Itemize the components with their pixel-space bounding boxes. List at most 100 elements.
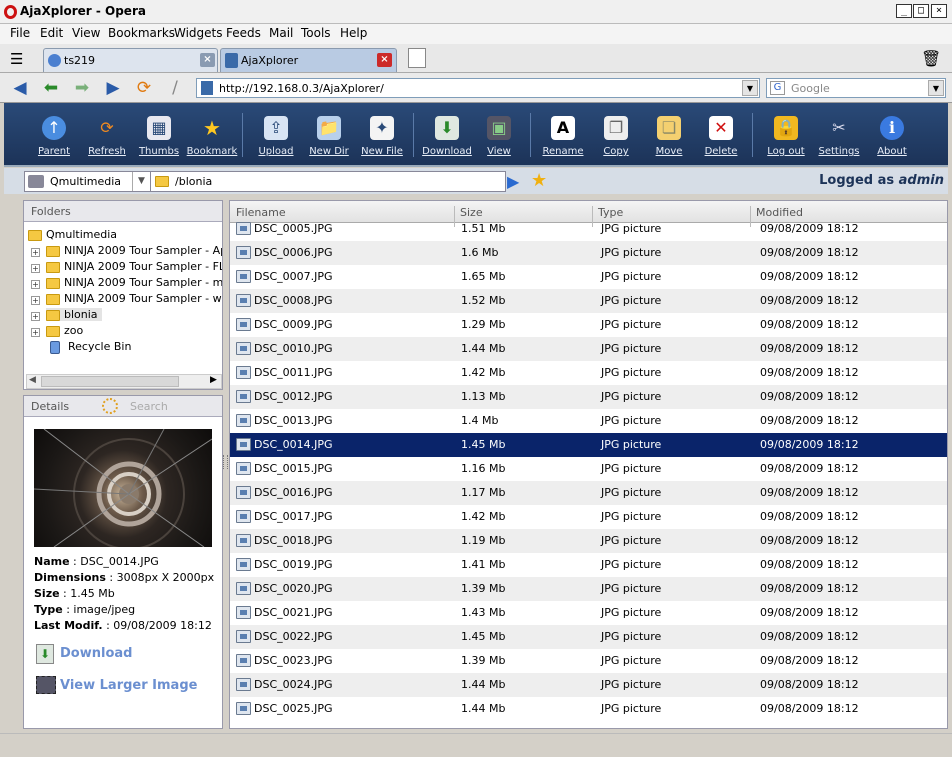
thumbs-button[interactable]: ▦ Thumbs <box>133 111 185 163</box>
menu-edit[interactable]: Edit <box>40 26 63 40</box>
table-row[interactable]: DSC_0015.JPG 1.16 Mb JPG picture 09/08/2009… <box>230 457 947 481</box>
table-row[interactable]: DSC_0007.JPG 1.65 Mb JPG picture 09/08/2009… <box>230 265 947 289</box>
edit-site-prefs-icon[interactable]: / <box>165 78 185 98</box>
table-row[interactable]: DSC_0018.JPG 1.19 Mb JPG picture 09/08/2009… <box>230 529 947 553</box>
rewind-icon[interactable]: ◀ <box>10 78 30 98</box>
table-row[interactable]: DSC_0023.JPG 1.39 Mb JPG picture 09/08/2009… <box>230 649 947 673</box>
menu-tools[interactable]: Tools <box>301 26 331 40</box>
go-arrow-icon[interactable]: ▶ <box>507 172 519 191</box>
expand-icon[interactable]: + <box>31 328 40 337</box>
table-row[interactable]: DSC_0008.JPG 1.52 Mb JPG picture 09/08/2009… <box>230 289 947 313</box>
forward-icon[interactable]: ➡ <box>72 78 92 98</box>
table-row[interactable]: DSC_0017.JPG 1.42 Mb JPG picture 09/08/2009… <box>230 505 947 529</box>
about-button[interactable]: i About <box>866 111 918 163</box>
table-row[interactable]: DSC_0006.JPG 1.6 Mb JPG picture 09/08/2009 … <box>230 241 947 265</box>
tree-root[interactable]: Qmultimedia <box>28 228 117 241</box>
close-tab-icon[interactable]: × <box>200 53 215 67</box>
download-button[interactable]: ⬇ Download <box>421 111 473 163</box>
tree-item-recycle[interactable]: Recycle Bin <box>46 340 131 354</box>
new-file-button[interactable]: ✦ New File <box>356 111 408 163</box>
url-field[interactable]: http://192.168.0.3/AjaXplorer/ ▼ <box>196 78 760 98</box>
scroll-thumb[interactable] <box>41 376 179 387</box>
expand-icon[interactable]: + <box>31 280 40 289</box>
menu-view[interactable]: View <box>72 26 100 40</box>
path-input[interactable]: /blonia <box>150 171 506 192</box>
menu-help[interactable]: Help <box>340 26 367 40</box>
trash-icon[interactable]: 🗑 <box>921 49 941 68</box>
table-row[interactable]: DSC_0011.JPG 1.42 Mb JPG picture 09/08/2009… <box>230 361 947 385</box>
table-row[interactable]: DSC_0009.JPG 1.29 Mb JPG picture 09/08/2009… <box>230 313 947 337</box>
new-dir-button[interactable]: 📁 New Dir <box>303 111 355 163</box>
repository-dropdown-icon[interactable]: ▼ <box>132 172 150 191</box>
delete-button[interactable]: ✕ Delete <box>695 111 747 163</box>
table-row[interactable]: DSC_0020.JPG 1.39 Mb JPG picture 09/08/2009… <box>230 577 947 601</box>
expand-icon[interactable]: + <box>31 296 40 305</box>
menu-widgets[interactable]: Widgets <box>174 26 223 40</box>
table-row-selected[interactable]: DSC_0014.JPG 1.45 Mb JPG picture 09/08/2009… <box>230 433 947 457</box>
panels-toggle-icon[interactable]: ☰ <box>10 50 23 68</box>
table-row[interactable]: DSC_0019.JPG 1.41 Mb JPG picture 09/08/2009… <box>230 553 947 577</box>
menu-mail[interactable]: Mail <box>269 26 293 40</box>
menu-bookmarks[interactable]: Bookmarks <box>108 26 175 40</box>
move-button[interactable]: ❏ Move <box>643 111 695 163</box>
search-gear-icon[interactable] <box>102 398 118 414</box>
tree-item[interactable]: NINJA 2009 Tour Sampler - mp3 <box>46 276 222 289</box>
minimize-button[interactable]: _ <box>896 4 912 18</box>
download-icon[interactable]: ⬇ <box>36 644 54 664</box>
menu-feeds[interactable]: Feeds <box>226 26 261 40</box>
expand-icon[interactable]: + <box>31 248 40 257</box>
menu-file[interactable]: File <box>10 26 30 40</box>
copy-button[interactable]: ❐ Copy <box>590 111 642 163</box>
expand-icon[interactable]: + <box>31 312 40 321</box>
panel-splitter[interactable] <box>223 455 228 469</box>
tab-ts219[interactable]: ts219 × <box>43 48 218 72</box>
back-icon[interactable]: ⬅ <box>41 78 61 98</box>
table-row[interactable]: DSC_0021.JPG 1.43 Mb JPG picture 09/08/2009… <box>230 601 947 625</box>
table-row[interactable]: DSC_0022.JPG 1.45 Mb JPG picture 09/08/2009… <box>230 625 947 649</box>
bookmark-star-icon[interactable]: ★ <box>531 170 547 191</box>
view-larger-icon[interactable] <box>36 676 56 694</box>
table-row[interactable]: DSC_0010.JPG 1.44 Mb JPG picture 09/08/2009… <box>230 337 947 361</box>
refresh-button[interactable]: ⟳ Refresh <box>81 111 133 163</box>
tree-item[interactable]: zoo <box>46 324 83 337</box>
close-tab-icon[interactable]: × <box>377 53 392 67</box>
rename-button[interactable]: A Rename <box>537 111 589 163</box>
table-row[interactable]: DSC_0013.JPG 1.4 Mb JPG picture 09/08/2009 … <box>230 409 947 433</box>
tree-item-selected[interactable]: blonia <box>46 308 102 321</box>
repository-select[interactable]: Qmultimedia ▼ <box>24 171 151 192</box>
bookmark-button[interactable]: ★ Bookmark <box>186 111 238 163</box>
parent-button[interactable]: ↑ Parent <box>28 111 80 163</box>
horizontal-scrollbar[interactable]: ◀ ▶ <box>26 374 222 389</box>
tree-item[interactable]: NINJA 2009 Tour Sampler - wav <box>46 292 222 305</box>
image-file-icon <box>236 390 251 403</box>
folders-header: Folders <box>24 201 222 222</box>
search-dropdown-icon[interactable]: ▼ <box>928 80 944 96</box>
upload-button[interactable]: ⇪ Upload <box>250 111 302 163</box>
tab-ajaxplorer[interactable]: AjaXplorer × <box>220 48 397 72</box>
close-window-button[interactable]: × <box>931 4 947 18</box>
table-row[interactable]: DSC_0005.JPG 1.51 Mb JPG picture 09/08/2009… <box>230 217 947 241</box>
table-row[interactable]: DSC_0024.JPG 1.44 Mb JPG picture 09/08/2009… <box>230 673 947 697</box>
tree-item[interactable]: NINJA 2009 Tour Sampler - FLAC <box>46 260 222 273</box>
download-link[interactable]: Download <box>60 646 132 661</box>
tree-item[interactable]: NINJA 2009 Tour Sampler - Apple <box>46 244 222 257</box>
logout-button[interactable]: 🔒 Log out <box>760 111 812 163</box>
view-button[interactable]: ▣ View <box>473 111 525 163</box>
url-dropdown-icon[interactable]: ▼ <box>742 80 758 96</box>
table-row[interactable]: DSC_0016.JPG 1.17 Mb JPG picture 09/08/2009… <box>230 481 947 505</box>
ajaxplorer-favicon-icon <box>225 53 238 68</box>
fast-forward-icon[interactable]: ▶ <box>103 78 123 98</box>
table-row[interactable]: DSC_0012.JPG 1.13 Mb JPG picture 09/08/2009… <box>230 385 947 409</box>
settings-button[interactable]: ✂ Settings <box>813 111 865 163</box>
view-icon: ▣ <box>487 116 511 140</box>
scroll-left-icon[interactable]: ◀ <box>29 375 36 385</box>
scroll-right-icon[interactable]: ▶ <box>210 375 217 385</box>
search-field[interactable]: G Google ▼ <box>766 78 946 98</box>
table-row[interactable]: DSC_0025.JPG 1.44 Mb JPG picture 09/08/2009… <box>230 697 947 721</box>
reload-icon[interactable]: ⟳ <box>134 78 154 98</box>
maximize-button[interactable]: □ <box>913 4 929 18</box>
view-larger-link[interactable]: View Larger Image <box>60 678 197 693</box>
new-tab-icon[interactable] <box>408 48 426 68</box>
search-tab[interactable]: Search <box>130 400 168 413</box>
expand-icon[interactable]: + <box>31 264 40 273</box>
